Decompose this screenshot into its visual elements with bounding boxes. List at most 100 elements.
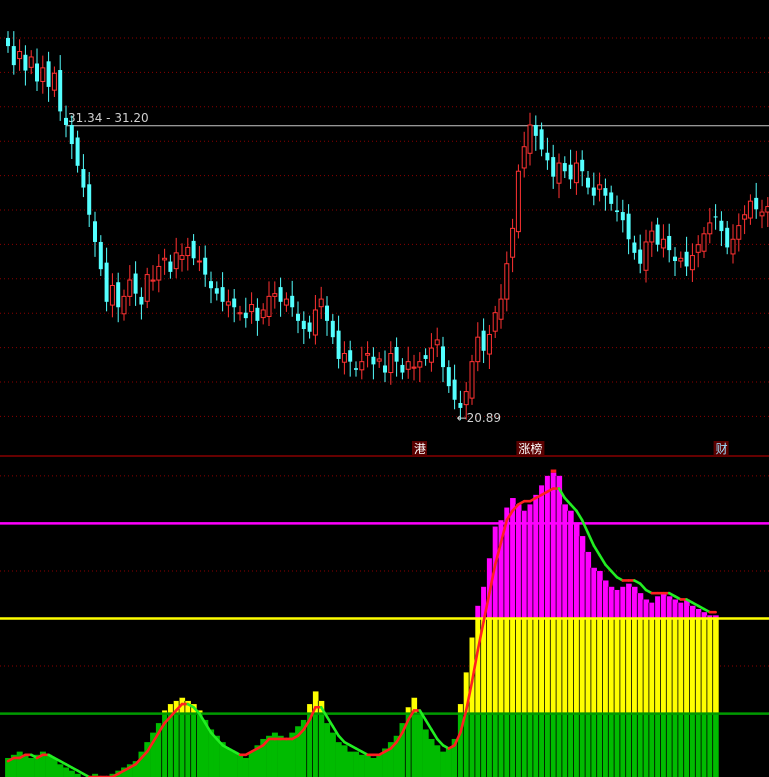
candle-body-down: [93, 221, 97, 242]
indicator-bar-segment: [196, 713, 203, 777]
indicator-bar: [468, 637, 476, 777]
indicator-bar-segment: [521, 510, 528, 619]
candle-body-up: [341, 353, 347, 363]
indicator-bar: [683, 599, 690, 777]
indicator-bar-segment: [527, 713, 534, 777]
candle-body-down: [220, 287, 225, 302]
indicator-bar: [625, 583, 632, 777]
indicator-bar: [660, 593, 667, 777]
indicator-bar-segment: [509, 713, 516, 777]
candle-body-down: [296, 313, 300, 321]
indicator-bar-segment: [532, 713, 539, 777]
indicator-bar: [178, 697, 186, 777]
indicator-bar-segment: [318, 713, 325, 777]
indicator-bar: [341, 745, 348, 777]
indicator-bar: [642, 599, 650, 777]
indicator-bar-segment: [654, 713, 661, 777]
indicator-bar: [515, 504, 522, 777]
indicator-bar-segment: [277, 735, 284, 777]
candle-body-up: [463, 391, 469, 406]
candle-body-up: [504, 263, 510, 300]
indicator-bar-segment: [666, 713, 673, 777]
indicator-bar: [324, 723, 331, 777]
indicator-bar-segment: [329, 732, 336, 777]
indicator-bar-segment: [167, 704, 174, 714]
indicator-bar-segment: [538, 713, 545, 777]
indicator-bar: [445, 748, 452, 777]
indicator-bar-segment: [492, 713, 499, 777]
candle-body-up: [736, 225, 742, 240]
indicator-bar-segment: [283, 738, 290, 777]
indicator-bar-segment: [672, 599, 679, 619]
event-label[interactable]: 港: [414, 442, 426, 456]
candle-body-up: [40, 67, 46, 82]
candle-body-down: [209, 281, 213, 289]
indicator-bar: [370, 757, 377, 777]
indicator-bar-segment: [469, 713, 476, 777]
indicator-bar: [712, 615, 719, 777]
indicator-bar-segment: [654, 618, 661, 714]
indicator-bar: [242, 757, 249, 777]
indicator-bar-segment: [347, 751, 354, 777]
indicator-bar-segment: [474, 713, 481, 777]
candle-body-down: [133, 273, 138, 294]
indicator-bar: [225, 748, 232, 777]
indicator-bar-segment: [440, 751, 447, 777]
indicator-bar-segment: [567, 510, 574, 619]
indicator-bar-segment: [503, 713, 510, 777]
indicator-bar-segment: [544, 618, 551, 714]
indicator-bar-segment: [590, 567, 597, 619]
candle-body-up: [527, 124, 533, 154]
indicator-bar-segment: [666, 618, 673, 714]
reference-price-label: 31.34 - 31.20: [68, 111, 149, 125]
indicator-bar: [520, 510, 528, 777]
indicator-bar-segment: [712, 713, 719, 777]
candle-body-down: [545, 152, 550, 161]
candle-body-down: [168, 261, 173, 272]
candle-body-up: [678, 257, 684, 262]
candle-body-up: [573, 162, 579, 184]
indicator-bar: [671, 599, 679, 777]
candle-body-down: [719, 220, 724, 232]
candle-body-up: [51, 72, 57, 91]
indicator-bar: [283, 738, 290, 777]
indicator-bar: [190, 704, 197, 777]
indicator-bar: [677, 602, 684, 777]
candle-body-up: [759, 211, 765, 217]
event-label[interactable]: 财: [716, 442, 728, 456]
indicator-bar-segment: [550, 472, 557, 619]
candle-body-down: [336, 330, 341, 359]
indicator-bar: [549, 469, 557, 777]
candle-body-up: [428, 347, 434, 363]
candle-body-up: [196, 260, 202, 263]
candle-body-up: [109, 284, 115, 306]
indicator-bar: [607, 586, 615, 777]
indicator-bar-segment: [353, 751, 360, 777]
indicator-bar: [567, 510, 574, 777]
candle-body-up: [707, 222, 713, 235]
indicator-bar-segment: [312, 713, 319, 777]
indicator-bar-segment: [538, 618, 545, 714]
candle-body-down: [325, 305, 329, 321]
indicator-bar: [231, 751, 238, 777]
indicator-bar-segment: [660, 618, 667, 714]
event-label[interactable]: 涨榜: [518, 441, 542, 456]
indicator-bar: [654, 596, 661, 777]
indicator-bar: [462, 672, 470, 777]
indicator-bar-segment: [579, 713, 586, 777]
candle-body-up: [376, 358, 382, 362]
candle-body-down: [23, 54, 28, 71]
indicator-bar-segment: [231, 751, 238, 777]
indicator-bar-segment: [654, 596, 661, 619]
indicator-bar-segment: [660, 593, 667, 619]
indicator-bar-segment: [689, 618, 696, 714]
indicator-bar-segment: [527, 504, 534, 619]
indicator-bar: [422, 729, 429, 777]
candle-body-down: [232, 298, 237, 308]
candle-body-up: [185, 246, 191, 257]
indicator-bar-segment: [532, 494, 539, 619]
indicator-bar: [335, 742, 342, 777]
indicator-bar: [51, 757, 58, 777]
indicator-bar-segment: [637, 713, 644, 777]
indicator-bar-segment: [498, 713, 505, 777]
